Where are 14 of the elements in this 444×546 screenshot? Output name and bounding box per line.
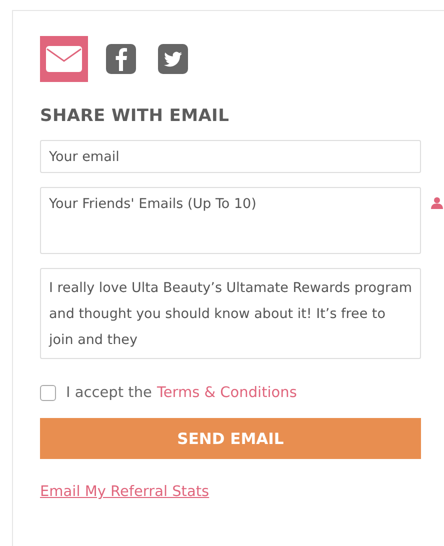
bird-icon <box>158 44 188 74</box>
friends-emails-field[interactable]: Your Friends' Emails (Up To 10) <box>40 187 421 254</box>
facebook-icon <box>106 44 136 74</box>
send-email-button[interactable]: SEND EMAIL <box>40 418 421 459</box>
person-icon[interactable] <box>431 197 443 209</box>
envelope-icon <box>46 46 82 72</box>
terms-link[interactable]: Terms & Conditions <box>156 385 297 401</box>
terms-label: I accept the <box>66 385 152 401</box>
referral-stats-link[interactable]: Email My Referral Stats <box>40 484 210 500</box>
email-field[interactable]: Your email <box>40 140 421 173</box>
email-share-button[interactable] <box>40 36 88 82</box>
message-field[interactable]: I really love Ulta Beauty’s Ultamate Rewards program and thought you should know about it! It’s free to join and they <box>40 268 421 359</box>
terms-checkbox[interactable] <box>40 385 56 401</box>
section-heading: SHARE WITH EMAIL <box>40 106 230 126</box>
